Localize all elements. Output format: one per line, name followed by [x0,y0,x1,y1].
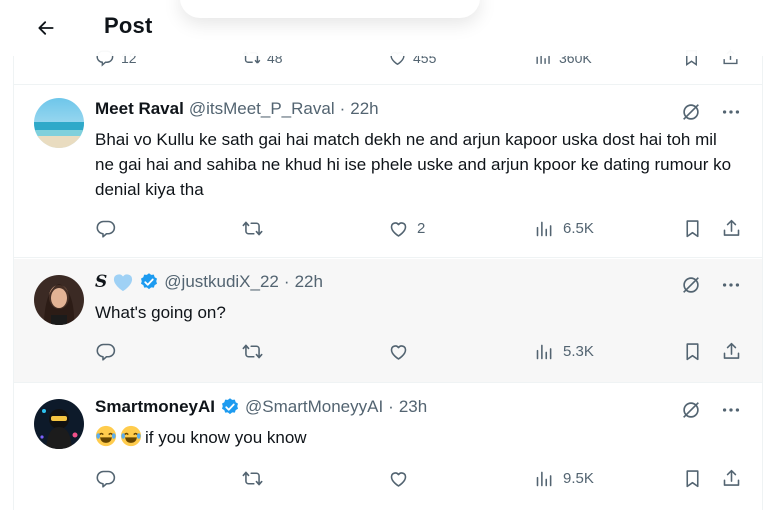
reply-icon [96,218,117,239]
repost-button[interactable] [242,341,271,362]
back-arrow-icon [38,21,54,35]
more-icon[interactable] [720,101,742,123]
share-icon [721,341,742,362]
bookmark-icon [682,218,703,239]
user-handle[interactable]: @SmartMoneyyAI [245,397,383,417]
reply-post[interactable]: Meet Raval @itsMeet_P_Raval · 22h Bhai v… [14,86,762,258]
timestamp[interactable]: 22h [350,99,378,119]
repost-icon [242,341,263,362]
reply-post[interactable]: SmartmoneyAI @SmartMoneyyAI · 23h if you… [14,384,762,510]
display-name[interactable]: S [95,272,107,292]
views-count: 9.5K [563,470,594,487]
reply-post[interactable]: S @justkudiX_22 · 22h What's going on? 5… [14,259,762,383]
reply-icon [96,468,117,489]
views-count: 6.5K [563,220,594,237]
verified-icon[interactable] [220,397,240,417]
reply-button[interactable] [96,218,125,239]
like-button[interactable] [388,468,417,489]
views-count: 5.3K [563,343,594,360]
user-handle[interactable]: @justkudiX_22 [164,272,279,292]
share-icon [721,468,742,489]
floating-overlay [180,0,480,18]
more-icon[interactable] [720,399,742,421]
repost-button[interactable] [242,218,271,239]
post-top-actions [680,101,742,123]
bookmark-button[interactable] [682,468,703,489]
display-name[interactable]: Meet Raval [95,99,184,119]
separator-dot: · [283,272,290,291]
share-button[interactable] [721,468,742,489]
separator-dot: · [388,397,394,416]
like-button[interactable]: 2 [388,218,425,239]
separator-dot: · [339,99,346,118]
conversation-column: 12 48 455 360K Meet Raval @itsMeet_P_Rav… [13,0,763,510]
post-text: Bhai vo Kullu ke sath gai hai match dekh… [95,130,732,199]
reply-button[interactable] [96,468,125,489]
laughing-emoji [120,425,142,447]
more-icon[interactable] [720,274,742,296]
like-count: 2 [417,220,426,237]
views-icon [534,468,555,489]
post-top-actions [680,399,742,421]
page-title: Post [104,13,153,38]
like-button[interactable] [388,341,417,362]
like-icon [388,218,409,239]
timestamp[interactable]: 22h [295,272,323,292]
verified-icon[interactable] [139,272,159,292]
views-icon [534,218,555,239]
avatar[interactable] [34,98,84,148]
display-name[interactable]: SmartmoneyAI [95,397,215,417]
grok-icon[interactable] [680,274,702,296]
share-icon [721,218,742,239]
post-actions: 5.3K [14,341,762,371]
bookmark-icon [682,468,703,489]
avatar[interactable] [34,399,84,449]
post-meta: S @justkudiX_22 · 22h [95,272,323,292]
like-icon [388,468,409,489]
share-button[interactable] [721,218,742,239]
like-icon [388,341,409,362]
post-text-container: if you know you know [95,425,735,450]
post-top-actions [680,274,742,296]
repost-icon [242,218,263,239]
views-button[interactable]: 9.5K [534,468,594,489]
repost-button[interactable] [242,468,271,489]
reply-icon [96,341,117,362]
views-icon [534,341,555,362]
grok-icon[interactable] [680,101,702,123]
reply-button[interactable] [96,341,125,362]
share-button[interactable] [721,341,742,362]
post-actions: 9.5K [14,468,762,498]
user-handle[interactable]: @itsMeet_P_Raval [189,99,335,119]
timestamp[interactable]: 23h [399,397,427,417]
laughing-emoji [95,425,117,447]
views-button[interactable]: 6.5K [534,218,594,239]
back-button[interactable] [30,12,62,44]
post-meta: Meet Raval @itsMeet_P_Raval · 22h [95,99,379,119]
bookmark-icon [682,341,703,362]
post-meta: SmartmoneyAI @SmartMoneyyAI · 23h [95,397,427,417]
avatar[interactable] [34,275,84,325]
views-button[interactable]: 5.3K [534,341,594,362]
bookmark-button[interactable] [682,341,703,362]
repost-icon [242,468,263,489]
grok-icon[interactable] [680,399,702,421]
blue-heart-emoji [112,272,134,292]
post-text: What's going on? [95,303,226,322]
bookmark-button[interactable] [682,218,703,239]
post-text: if you know you know [145,428,307,447]
post-actions: 2 6.5K [14,218,762,248]
